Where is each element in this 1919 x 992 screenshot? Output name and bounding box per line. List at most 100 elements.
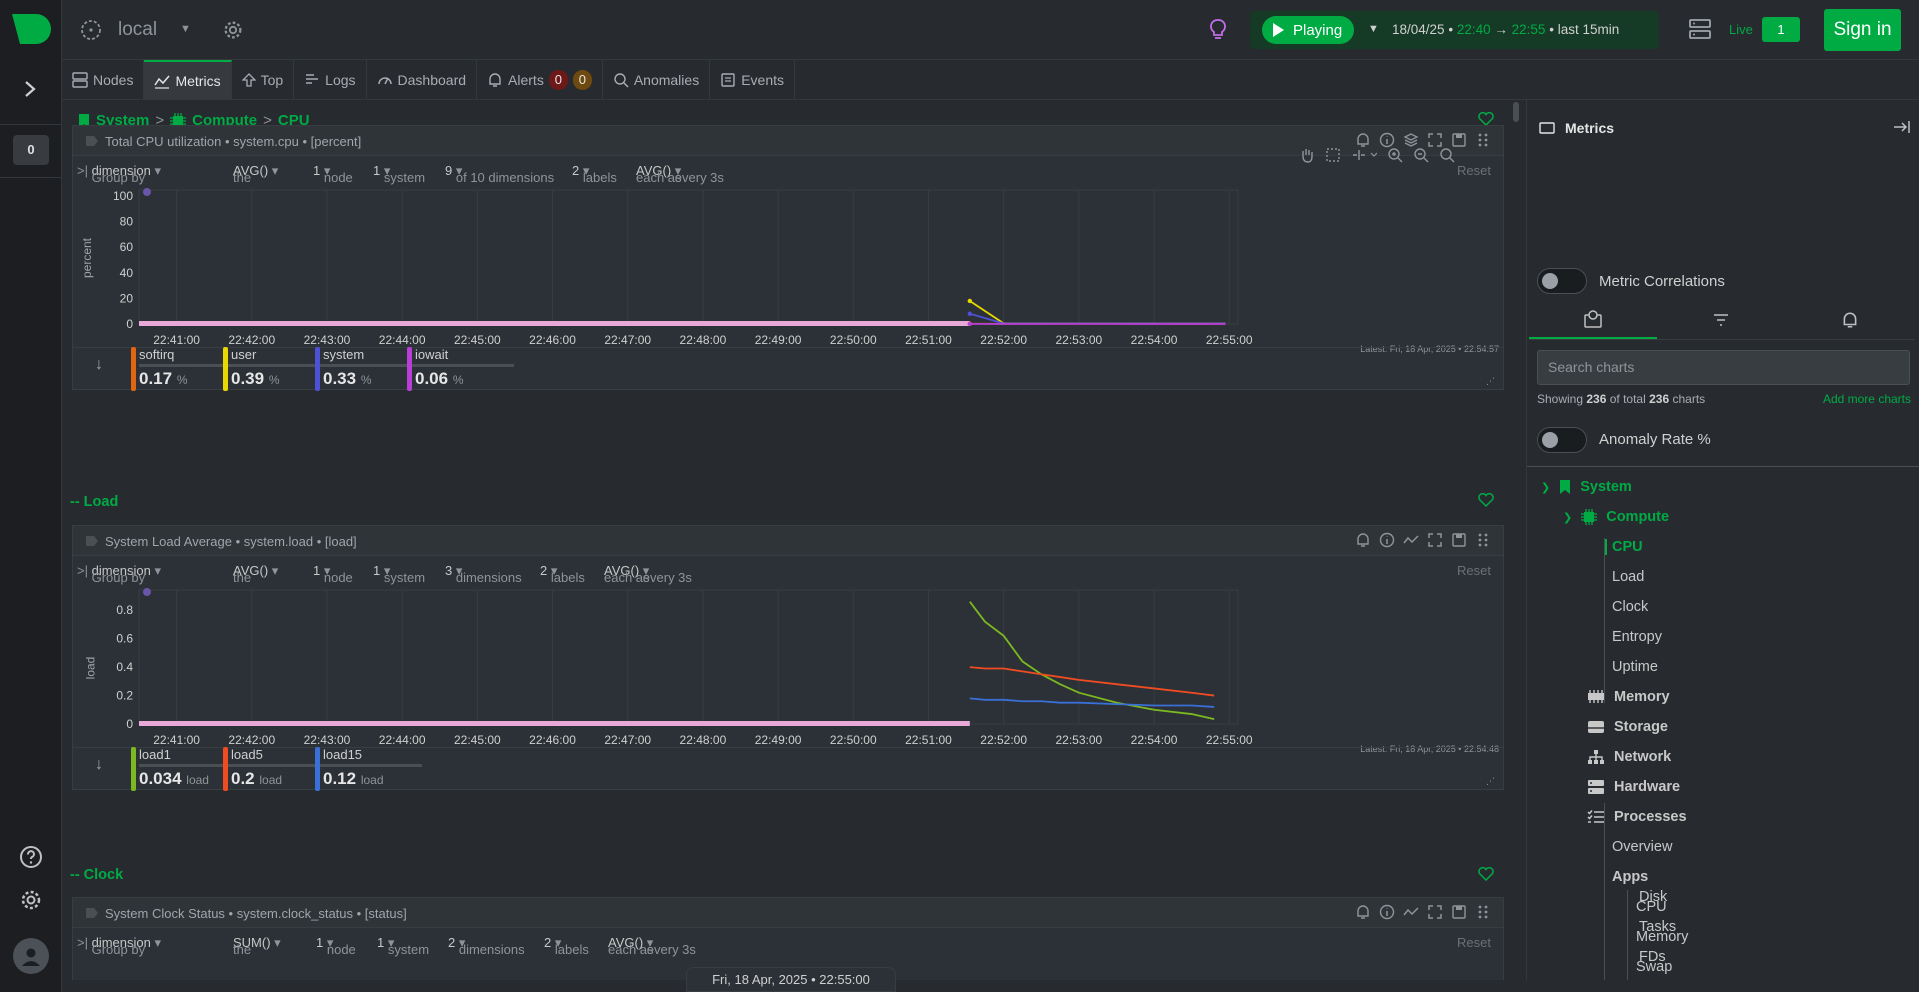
zoom-out-icon[interactable]	[1413, 147, 1429, 163]
tab-dashboard[interactable]: Dashboard	[367, 60, 478, 99]
nodes-dropdown[interactable]: 1 node ▾	[316, 935, 356, 957]
expand-sidebar-icon[interactable]	[22, 80, 38, 98]
tab-alerts[interactable]	[1786, 300, 1914, 339]
line-chart-type-icon[interactable]	[1403, 532, 1419, 548]
tab-charts-list[interactable]	[1529, 300, 1658, 339]
chevron-down-icon[interactable]: ▼	[180, 23, 191, 35]
live-nodes-count[interactable]: 1	[1762, 17, 1800, 42]
highlight-icon[interactable]	[1351, 147, 1377, 163]
systems-dropdown[interactable]: 1 system ▾	[373, 163, 425, 185]
lightbulb-icon[interactable]	[1208, 18, 1228, 40]
time-aggregation-dropdown[interactable]: each as AVG() every 3s ▾	[604, 563, 692, 585]
tree-item-apps-tasks[interactable]: Tasks	[1634, 919, 1676, 935]
legend-item[interactable]: load15 0.12 load	[315, 747, 422, 791]
select-area-icon[interactable]	[1325, 147, 1341, 163]
fullscreen-icon[interactable]	[1427, 904, 1443, 920]
systems-dropdown[interactable]: 1 system ▾	[373, 563, 425, 585]
legend-item[interactable]: softirq 0.17 %	[131, 347, 238, 391]
tab-top[interactable]: Top	[232, 60, 295, 99]
main-scrollbar[interactable]	[1512, 100, 1520, 980]
tree-item-compute[interactable]: ❯ Compute	[1563, 509, 1669, 525]
drag-handle-icon[interactable]	[1475, 904, 1491, 920]
resize-handle-icon[interactable]: ⋰	[1486, 776, 1495, 787]
cpu-plot[interactable]: 22:41:00 22:42:00 22:43:00 22:44:00 22:45:00…	[73, 184, 1505, 344]
systems-dropdown[interactable]: 1 system ▾	[377, 935, 429, 957]
tree-item-apps-disk[interactable]: Disk	[1634, 889, 1667, 905]
tree-item-system[interactable]: ❯ System	[1541, 479, 1632, 495]
time-aggregation-dropdown[interactable]: each as AVG() every 3s ▾	[636, 163, 724, 185]
heart-icon[interactable]	[1478, 493, 1494, 507]
tree-item-apps-fds[interactable]: FDs	[1634, 949, 1666, 965]
tree-item-memory[interactable]: Memory	[1587, 689, 1670, 705]
tab-events[interactable]: Events	[710, 60, 796, 99]
labels-dropdown[interactable]: 2 labels ▾	[572, 163, 617, 185]
tab-filters[interactable]	[1657, 300, 1785, 339]
group-by-dropdown[interactable]: >| Group by dimension ▾	[77, 935, 161, 957]
settings-gear-icon[interactable]	[19, 888, 43, 912]
tree-item-load[interactable]: Load	[1607, 569, 1644, 585]
tree-item-hardware[interactable]: Hardware	[1587, 779, 1680, 795]
tree-item-processes[interactable]: Processes	[1587, 809, 1687, 825]
reset-zoom-icon[interactable]	[1439, 147, 1455, 163]
legend-item[interactable]: load5 0.2 load	[223, 747, 330, 791]
dimensions-dropdown[interactable]: 9 of 10 dimensions ▾	[445, 163, 554, 185]
room-name[interactable]: local	[118, 19, 157, 41]
heart-icon[interactable]	[1478, 867, 1494, 881]
tree-item-entropy[interactable]: Entropy	[1607, 629, 1662, 645]
alert-bell-icon[interactable]	[1355, 532, 1371, 548]
time-aggregation-dropdown[interactable]: each as AVG() every 3s ▾	[608, 935, 696, 957]
load-plot[interactable]: 22:41:00 22:42:00 22:43:00 22:44:00 22:45:00…	[73, 584, 1505, 744]
space-badge[interactable]: 0	[13, 135, 49, 165]
tab-anomalies[interactable]: Anomalies	[603, 60, 711, 99]
tree-item-uptime[interactable]: Uptime	[1607, 659, 1658, 675]
reset-button[interactable]: Reset	[1457, 563, 1491, 578]
tree-item-storage[interactable]: Storage	[1587, 719, 1668, 735]
legend-item[interactable]: load1 0.034 load	[131, 747, 238, 791]
netdata-logo-icon[interactable]	[12, 14, 52, 44]
info-icon[interactable]	[1379, 904, 1395, 920]
nodes-dropdown[interactable]: 1 node ▾	[313, 163, 353, 185]
zoom-in-icon[interactable]	[1387, 147, 1403, 163]
legend-item[interactable]: system 0.33 %	[315, 347, 422, 391]
alert-bell-icon[interactable]	[1355, 904, 1371, 920]
pan-hand-icon[interactable]	[1299, 147, 1315, 163]
nodes-server-icon[interactable]	[1689, 18, 1711, 40]
aggregation-dropdown[interactable]: the SUM() ▾	[233, 935, 281, 957]
dimensions-dropdown[interactable]: 3 dimensions ▾	[445, 563, 522, 585]
save-icon[interactable]	[1451, 532, 1467, 548]
legend-item[interactable]: iowait 0.06 %	[407, 347, 514, 391]
group-by-dropdown[interactable]: >| Group by dimension ▾	[77, 563, 161, 585]
labels-dropdown[interactable]: 2 labels ▾	[540, 563, 585, 585]
help-icon[interactable]	[19, 845, 43, 869]
tree-item-apps[interactable]: Apps	[1607, 869, 1648, 885]
labels-dropdown[interactable]: 2 labels ▾	[544, 935, 589, 957]
aggregation-dropdown[interactable]: the AVG() ▾	[233, 163, 278, 185]
tree-item-overview[interactable]: Overview	[1607, 839, 1672, 855]
heart-icon[interactable]	[1478, 112, 1494, 126]
nodes-dropdown[interactable]: 1 node ▾	[313, 563, 353, 585]
sort-arrow-icon[interactable]: ↓	[95, 756, 103, 774]
time-range-picker[interactable]: 18/04/25 • 22:40 → 22:55 • last 15min	[1392, 22, 1619, 37]
group-by-dropdown[interactable]: >| Group by dimension ▾	[77, 163, 161, 185]
aggregation-dropdown[interactable]: the AVG() ▾	[233, 563, 278, 585]
dimensions-dropdown[interactable]: 2 dimensions ▾	[448, 935, 525, 957]
resize-handle-icon[interactable]: ⋰	[1486, 376, 1495, 387]
chevron-down-icon[interactable]: ▼	[1368, 23, 1379, 35]
sign-in-button[interactable]: Sign in	[1824, 9, 1901, 51]
tree-item-cpu[interactable]: CPU	[1605, 539, 1643, 555]
sort-arrow-icon[interactable]: ↓	[95, 356, 103, 374]
play-button[interactable]: Playing	[1262, 16, 1354, 44]
tree-item-clock[interactable]: Clock	[1607, 599, 1648, 615]
info-icon[interactable]	[1379, 532, 1395, 548]
tab-logs[interactable]: Logs	[294, 60, 367, 99]
tree-item-network[interactable]: Network	[1587, 749, 1671, 765]
fullscreen-icon[interactable]	[1427, 532, 1443, 548]
metric-correlations-toggle[interactable]	[1537, 268, 1587, 294]
tab-metrics[interactable]: Metrics	[144, 60, 232, 99]
room-settings-gear-icon[interactable]	[222, 19, 244, 41]
reset-button[interactable]: Reset	[1457, 935, 1491, 950]
save-icon[interactable]	[1451, 904, 1467, 920]
collapse-panel-icon[interactable]	[1893, 120, 1911, 134]
tab-alerts[interactable]: Alerts 0 0	[477, 60, 603, 99]
legend-item[interactable]: user 0.39 %	[223, 347, 330, 391]
